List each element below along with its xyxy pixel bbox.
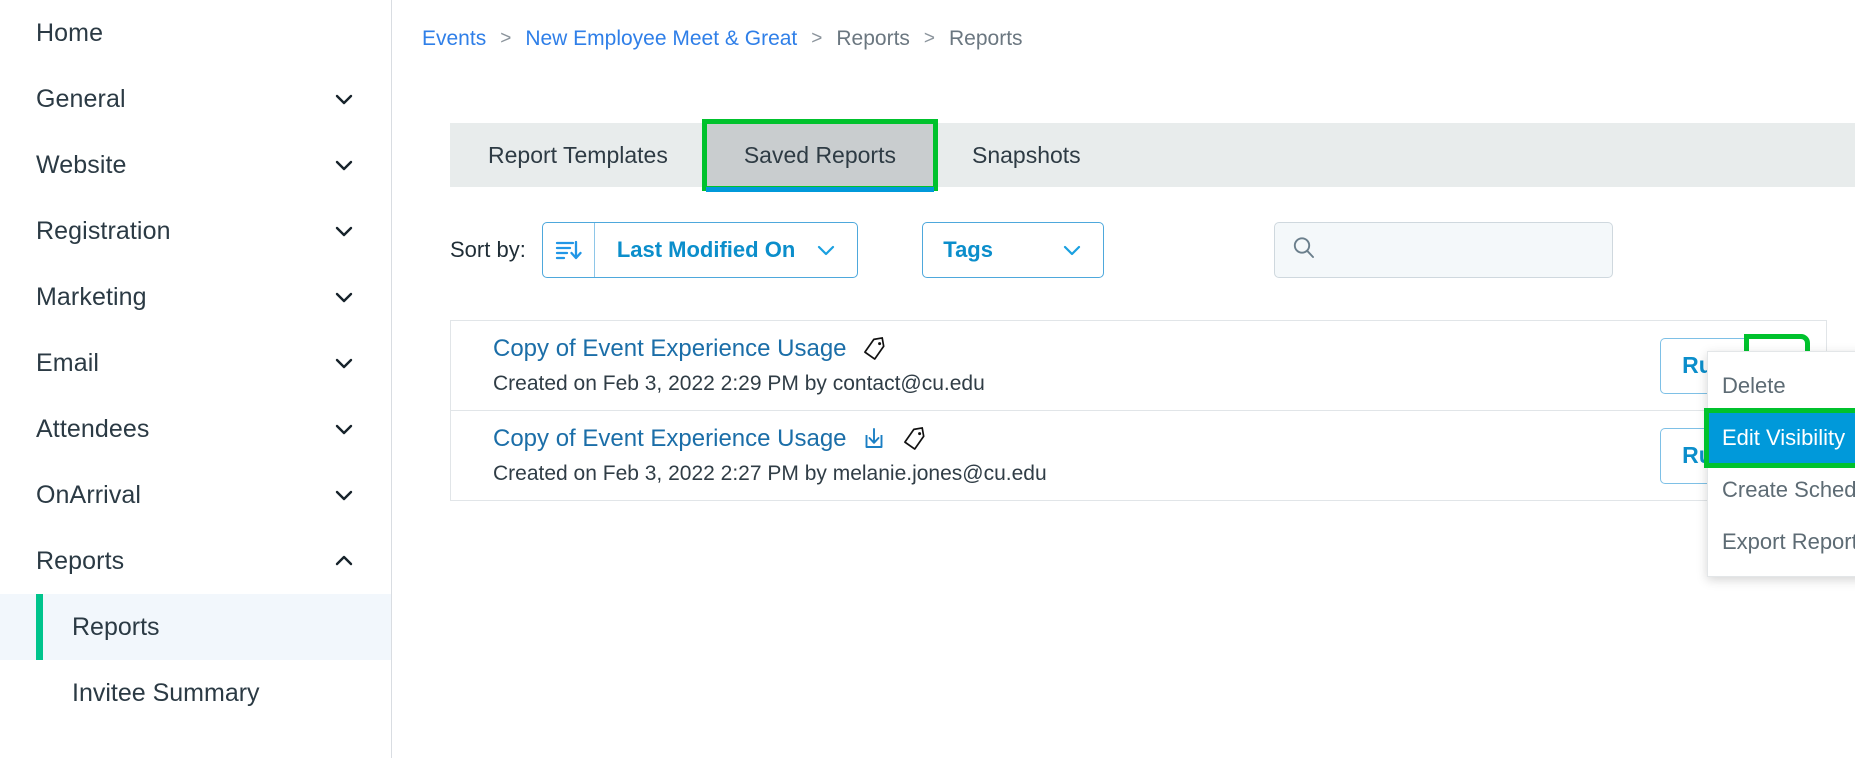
breadcrumb-item-events[interactable]: Events <box>422 27 486 51</box>
sidebar-item-label: General <box>36 84 126 113</box>
breadcrumb-separator: > <box>500 27 512 49</box>
sidebar-item-marketing[interactable]: Marketing <box>0 264 391 330</box>
sidebar-item-label: Attendees <box>36 414 150 443</box>
sidebar-item-label: Reports <box>36 546 125 575</box>
tab-label: Saved Reports <box>743 141 896 168</box>
search-input[interactable] <box>1331 238 1603 262</box>
menu-item-label: Delete <box>1722 373 1786 398</box>
report-context-menu: Delete Edit Visibility Create Schedule E… <box>1704 351 1855 577</box>
tab-bar: Report Templates Saved Reports Snapshots <box>450 119 1855 192</box>
chevron-up-icon <box>333 550 355 572</box>
content-area: Report Templates Saved Reports Snapshots… <box>422 77 1855 758</box>
sidebar-item-label: Email <box>36 348 100 377</box>
sidebar-subitem-reports[interactable]: Reports <box>0 594 391 660</box>
sort-control[interactable]: Last Modified On <box>541 222 859 278</box>
saved-reports-list: Copy of Event Experience Usage Created o… <box>450 320 1827 501</box>
sort-descending-icon[interactable] <box>543 223 595 277</box>
app-root: Home General Website Registration Market… <box>0 0 1855 758</box>
chevron-down-icon <box>1061 239 1083 261</box>
tag-icon[interactable] <box>861 336 887 362</box>
sort-value[interactable]: Last Modified On <box>595 223 815 277</box>
chevron-down-icon <box>333 154 355 176</box>
breadcrumb-item-event[interactable]: New Employee Meet & Great <box>525 27 797 51</box>
tag-icon[interactable] <box>901 426 927 452</box>
chevron-down-icon[interactable] <box>815 223 857 277</box>
chevron-down-icon <box>333 286 355 308</box>
sidebar: Home General Website Registration Market… <box>0 0 392 758</box>
chevron-down-icon <box>333 418 355 440</box>
breadcrumb-item-reports[interactable]: Reports <box>836 27 910 51</box>
sidebar-item-website[interactable]: Website <box>0 132 391 198</box>
report-info: Copy of Event Experience Usage Created o… <box>493 335 985 396</box>
report-subtitle: Created on Feb 3, 2022 2:27 PM by melani… <box>493 462 1047 485</box>
sidebar-item-reports[interactable]: Reports <box>0 528 391 594</box>
sidebar-item-attendees[interactable]: Attendees <box>0 396 391 462</box>
chevron-down-icon <box>333 88 355 110</box>
breadcrumb-separator: > <box>923 27 936 49</box>
tab-report-templates[interactable]: Report Templates <box>450 123 706 187</box>
sidebar-subitem-invitee-summary[interactable]: Invitee Summary <box>0 660 391 726</box>
sidebar-item-email[interactable]: Email <box>0 330 391 396</box>
search-icon <box>1291 235 1317 266</box>
tab-saved-reports[interactable]: Saved Reports <box>701 119 938 192</box>
tab-label: Snapshots <box>971 141 1081 168</box>
table-row: Copy of Event Experience Usage Created o… <box>451 321 1826 411</box>
tags-filter-dropdown[interactable]: Tags <box>922 222 1105 278</box>
sidebar-subitem-label: Reports <box>72 612 160 641</box>
sort-by-label: Sort by: <box>450 237 526 262</box>
sidebar-item-label: Website <box>36 150 127 179</box>
tab-snapshots[interactable]: Snapshots <box>934 123 1119 187</box>
menu-item-create-schedule[interactable]: Create Schedule <box>1708 464 1855 516</box>
menu-item-edit-visibility[interactable]: Edit Visibility <box>1704 408 1855 468</box>
breadcrumb-item-current: Reports <box>949 26 1023 50</box>
sidebar-item-onarrival[interactable]: OnArrival <box>0 462 391 528</box>
menu-item-export-report[interactable]: Export Report <box>1708 516 1855 568</box>
menu-item-label: Edit Visibility <box>1722 425 1846 450</box>
report-subtitle: Created on Feb 3, 2022 2:29 PM by contac… <box>493 372 985 395</box>
filter-toolbar: Sort by: Last Modified On Tags <box>450 222 1827 278</box>
sidebar-item-label: Registration <box>36 216 171 245</box>
tab-label: Report Templates <box>488 141 668 168</box>
report-title-link[interactable]: Copy of Event Experience Usage <box>493 425 847 453</box>
sidebar-item-home[interactable]: Home <box>0 0 391 66</box>
report-info: Copy of Event Experience Usage Created o… <box>493 425 1047 486</box>
chevron-down-icon <box>333 484 355 506</box>
table-row: Copy of Event Experience Usage Created o… <box>451 411 1826 501</box>
menu-item-delete[interactable]: Delete <box>1708 360 1855 412</box>
report-title-line: Copy of Event Experience Usage <box>493 425 1047 453</box>
search-box[interactable] <box>1274 222 1614 278</box>
chevron-down-icon <box>333 352 355 374</box>
sidebar-item-registration[interactable]: Registration <box>0 198 391 264</box>
sidebar-item-label: Marketing <box>36 282 147 311</box>
sidebar-item-label: Home <box>36 18 104 47</box>
chevron-down-icon <box>333 220 355 242</box>
menu-item-label: Export Report <box>1722 529 1855 554</box>
sidebar-subitem-label: Invitee Summary <box>72 678 260 707</box>
report-title-line: Copy of Event Experience Usage <box>493 335 985 363</box>
sidebar-item-general[interactable]: General <box>0 66 391 132</box>
sidebar-item-label: OnArrival <box>36 480 142 509</box>
breadcrumb-separator: > <box>811 27 823 49</box>
menu-item-label: Create Schedule <box>1722 477 1855 502</box>
breadcrumb: Events > New Employee Meet & Great > Rep… <box>392 0 1855 77</box>
download-icon[interactable] <box>861 426 887 452</box>
main-content: Events > New Employee Meet & Great > Rep… <box>392 0 1855 758</box>
tags-label: Tags <box>943 237 993 262</box>
report-title-link[interactable]: Copy of Event Experience Usage <box>493 335 847 363</box>
reports-card: Report Templates Saved Reports Snapshots… <box>422 77 1855 758</box>
